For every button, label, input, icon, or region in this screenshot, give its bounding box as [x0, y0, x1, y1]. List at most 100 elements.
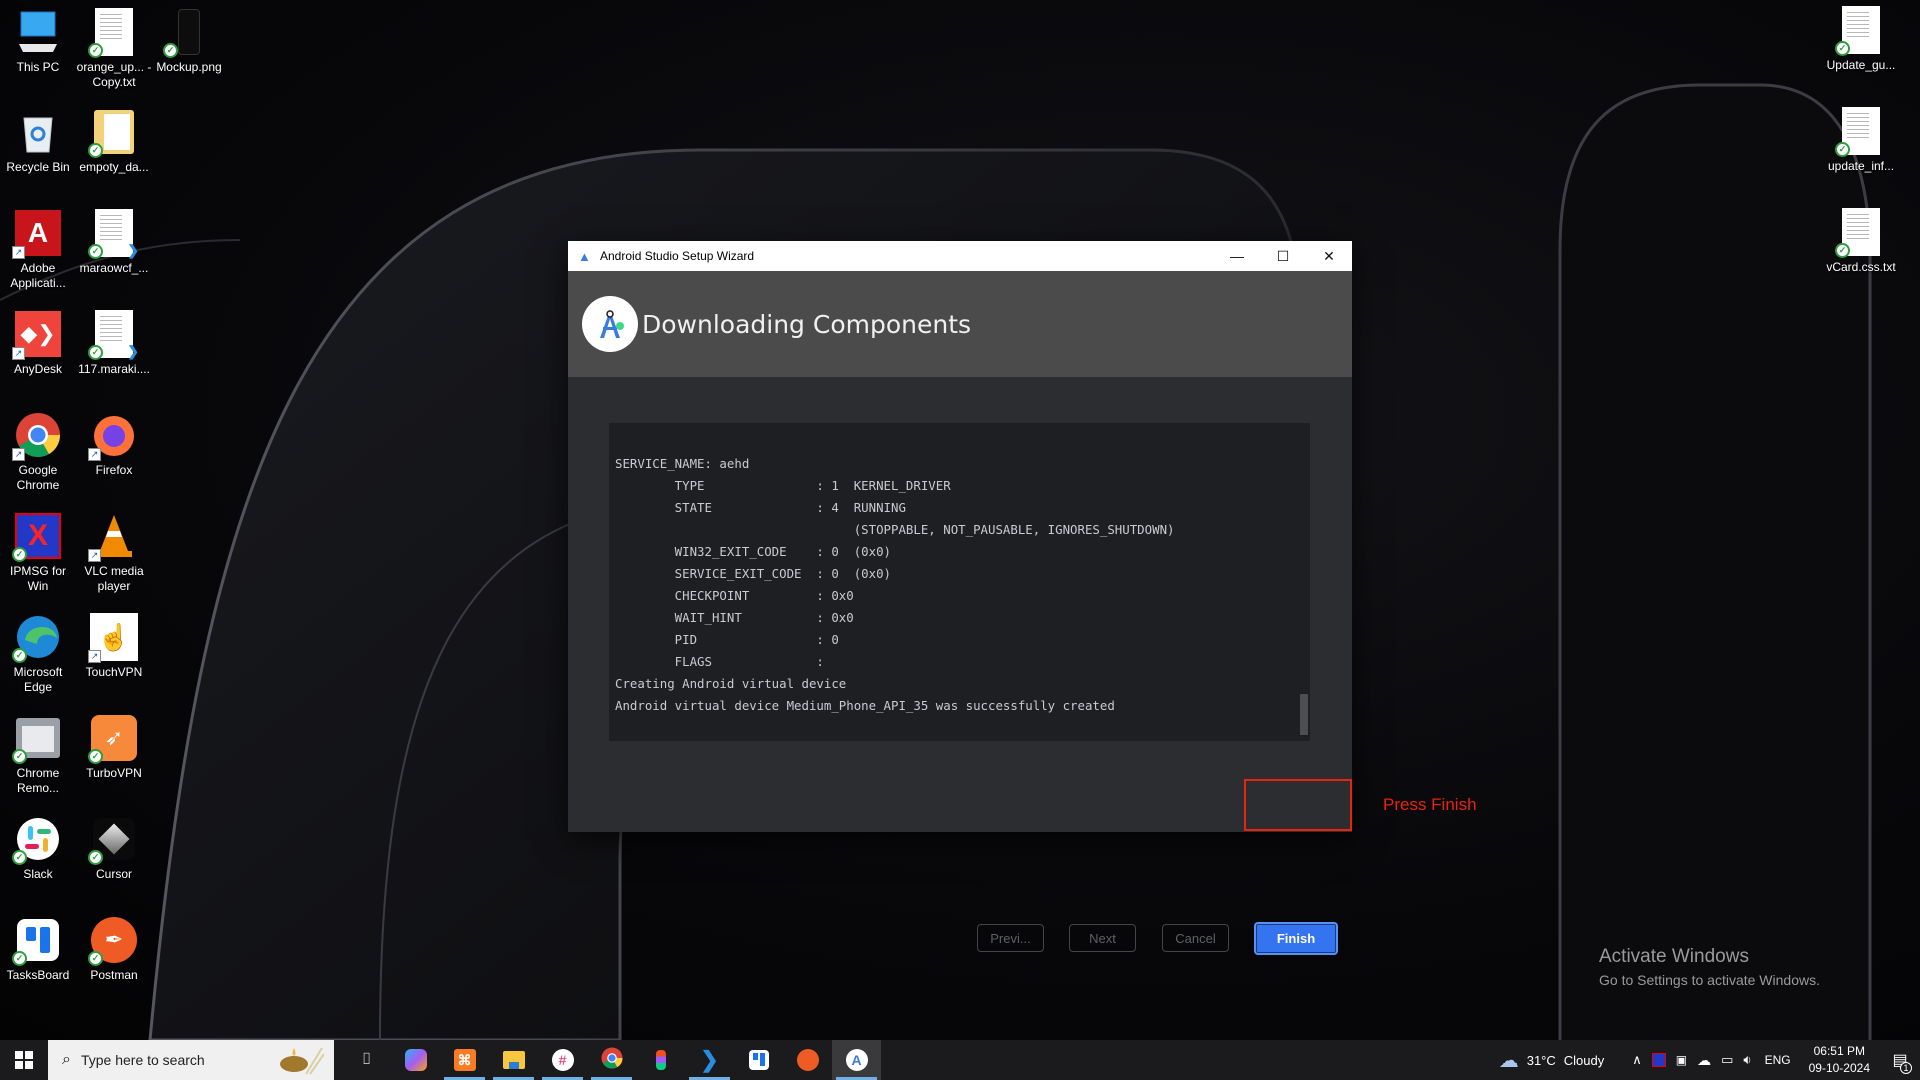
desktop-icon[interactable]: ✒ ✓ Postman: [76, 916, 152, 983]
turbovpn-icon: ➶ ✓: [88, 714, 138, 764]
postman-icon: ✒ ✓: [88, 916, 138, 966]
sync-ok-icon: ✓: [88, 951, 103, 966]
next-button[interactable]: Next: [1069, 924, 1136, 952]
desktop-icon-label: Chrome Remo...: [16, 766, 60, 795]
maximize-button[interactable]: ☐: [1260, 241, 1306, 271]
desktop-icon[interactable]: ✓ empoty_da...: [76, 108, 152, 175]
shortcut-arrow-icon: ↗: [88, 549, 101, 562]
desktop-icon[interactable]: ❯ ✓ maraowcf_...: [76, 209, 152, 276]
desktop-icon[interactable]: ☝ ↗ TouchVPN: [76, 613, 152, 680]
camera-tray-icon[interactable]: ▣: [1671, 1053, 1692, 1067]
shortcut-arrow-icon: ↗: [12, 347, 25, 360]
text-file-icon: ✓: [1835, 6, 1885, 56]
firefox-icon: ↗: [88, 411, 138, 461]
weather-widget[interactable]: ☁ 31°C Cloudy: [1494, 1048, 1610, 1073]
taskbar-app-vscode[interactable]: ❯: [685, 1040, 734, 1080]
taskbar-app-task-view[interactable]: ⌷: [342, 1040, 391, 1080]
desktop-icon[interactable]: ✓ orange_up... - Copy.txt: [76, 8, 152, 90]
desktop-icon-label: This PC: [16, 60, 60, 74]
android-studio-icon: ▲: [578, 248, 591, 264]
computer-icon: [14, 8, 62, 56]
desktop-icon[interactable]: ✓ vCard.css.txt: [1823, 208, 1899, 275]
sync-ok-icon: ✓: [88, 244, 103, 259]
desktop-icon-label: orange_up... - Copy.txt: [76, 60, 152, 89]
taskbar-app-copilot[interactable]: [391, 1040, 440, 1080]
chrome-icon: [600, 1046, 623, 1074]
desktop-icon-label: empoty_da...: [79, 160, 149, 174]
clock[interactable]: 06:51 PM 09-10-2024: [1799, 1043, 1880, 1077]
sync-ok-icon: ✓: [12, 850, 27, 865]
network-icon[interactable]: ▭: [1716, 1052, 1738, 1068]
log-line: WIN32_EXIT_CODE : 0 (0x0): [615, 544, 892, 559]
desktop-icon[interactable]: This PC: [0, 8, 76, 75]
ipmsg-tray-icon[interactable]: [1647, 1053, 1671, 1067]
sync-ok-icon: ✓: [12, 749, 27, 764]
desktop-icon[interactable]: ◆❯ ↗ AnyDesk: [0, 310, 76, 377]
sync-ok-icon: ✓: [88, 345, 103, 360]
onedrive-icon[interactable]: ☁: [1692, 1052, 1716, 1069]
log-line: PID : 0: [615, 632, 839, 647]
activate-subtitle: Go to Settings to activate Windows.: [1599, 972, 1820, 988]
desktop-icon[interactable]: ✓ Update_gu...: [1823, 6, 1899, 73]
sync-ok-icon: ✓: [12, 951, 27, 966]
previous-button[interactable]: Previ...: [977, 924, 1044, 952]
taskbar-app-figma[interactable]: [636, 1040, 685, 1080]
postman-icon: [796, 1049, 819, 1071]
sync-ok-icon: ✓: [1835, 243, 1850, 258]
start-button[interactable]: [0, 1040, 48, 1080]
image-file-icon: ✓: [163, 8, 213, 58]
desktop-icon[interactable]: ↗ Firefox: [76, 411, 152, 478]
desktop-icon[interactable]: ✓ Cursor: [76, 815, 152, 882]
chrome-icon: ↗: [12, 411, 62, 461]
taskbar-app-slack[interactable]: #: [538, 1040, 587, 1080]
desktop-icon[interactable]: ↗ VLC media player: [76, 512, 152, 594]
desktop-icon-label: 117.maraki....: [78, 362, 150, 376]
taskbar: ⌕ Type here to search ⌷ ⌘ # ❯ A ☁ 31°C Cloud…: [0, 1040, 1920, 1080]
desktop-icon[interactable]: A ↗ Adobe Applicati...: [0, 209, 76, 291]
window-title: Android Studio Setup Wizard: [600, 249, 755, 263]
notification-center-button[interactable]: ▤ 1: [1880, 1040, 1920, 1080]
folder-icon: ✓: [88, 108, 138, 158]
show-hidden-icons-button[interactable]: ∧: [1627, 1052, 1647, 1068]
taskbar-app-android-studio[interactable]: A: [832, 1040, 881, 1080]
clock-time: 06:51 PM: [1813, 1044, 1865, 1058]
finish-button[interactable]: Finish: [1254, 922, 1338, 955]
log-output[interactable]: SERVICE_NAME: aehd TYPE : 1 KERNEL_DRIVE…: [609, 423, 1310, 741]
desktop-icon[interactable]: ✓ Chrome Remo...: [0, 714, 76, 796]
cancel-button[interactable]: Cancel: [1162, 924, 1229, 952]
taskbar-search-box[interactable]: ⌕ Type here to search: [48, 1040, 334, 1080]
shortcut-arrow-icon: ↗: [88, 650, 101, 663]
desktop-icon-label: VLC media player: [84, 564, 144, 593]
desktop-icon[interactable]: ↗ Google Chrome: [0, 411, 76, 493]
vscode-icon: ❯: [700, 1047, 719, 1072]
taskbar-app-postman[interactable]: [783, 1040, 832, 1080]
log-scrollbar[interactable]: [1300, 694, 1308, 735]
volume-icon[interactable]: 🔉︎: [1738, 1052, 1756, 1068]
desktop-icon[interactable]: ✓ update_inf...: [1823, 107, 1899, 174]
language-indicator[interactable]: ENG: [1757, 1053, 1799, 1067]
sync-ok-icon: ✓: [1835, 142, 1850, 157]
desktop-icon[interactable]: ✓ Mockup.png: [151, 8, 227, 75]
code-file-icon: ❯ ✓: [88, 209, 139, 259]
desktop-icon[interactable]: ➶ ✓ TurboVPN: [76, 714, 152, 781]
log-line: SERVICE_NAME: aehd: [615, 456, 750, 471]
desktop-icon[interactable]: ❯ ✓ 117.maraki....: [76, 310, 152, 377]
search-placeholder: Type here to search: [80, 1052, 205, 1068]
taskbar-app-tasksboard[interactable]: [734, 1040, 783, 1080]
desktop-icon[interactable]: X ✓ IPMSG for Win: [0, 512, 76, 594]
desktop-icon[interactable]: Recycle Bin: [0, 108, 76, 175]
taskbar-app-file-explorer[interactable]: [489, 1040, 538, 1080]
taskbar-app-chrome[interactable]: [587, 1040, 636, 1080]
slack-icon: #: [551, 1049, 574, 1071]
taskbar-app-xampp[interactable]: ⌘: [440, 1040, 489, 1080]
desktop-icon[interactable]: ✓ Slack: [0, 815, 76, 882]
minimize-button[interactable]: —: [1214, 241, 1260, 271]
desktop-icon[interactable]: ✓ TasksBoard: [0, 916, 76, 983]
close-button[interactable]: ✕: [1306, 241, 1352, 271]
weather-condition: Cloudy: [1563, 1052, 1605, 1068]
desktop-icon[interactable]: ✓ Microsoft Edge: [0, 613, 76, 695]
text-file-icon: ✓: [1835, 107, 1885, 157]
dialog-titlebar[interactable]: ▲ Android Studio Setup Wizard — ☐ ✕: [568, 241, 1352, 271]
desktop-icon-label: AnyDesk: [13, 362, 63, 376]
finish-highlight-box: [1244, 779, 1352, 831]
